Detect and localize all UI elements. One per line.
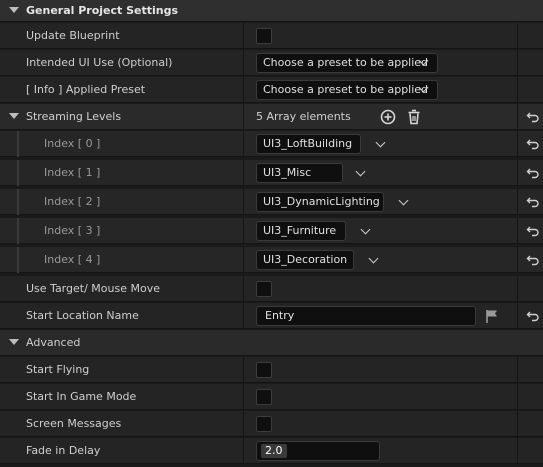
use-target-label: Use Target/ Mouse Move [26,282,160,295]
details-panel: General Project Settings Update Blueprin… [0,0,543,467]
streaming-level-item: Index [ 0 ] UI3_LoftBuilding [0,131,543,157]
screen-messages-row: Screen Messages [0,411,543,437]
level-name-field[interactable]: UI3_Decoration [256,250,354,270]
chevron-down-icon[interactable] [398,195,409,206]
add-circle-icon[interactable] [380,109,396,125]
start-location-value: Entry [265,309,295,322]
array-index-label: Index [ 3 ] [44,224,101,237]
start-in-game-mode-row: Start In Game Mode [0,384,543,410]
level-name-field[interactable]: UI3_Misc [256,163,343,183]
update-blueprint-row: Update Blueprint [0,23,543,49]
reset-arrow-icon[interactable] [526,224,540,238]
trash-icon[interactable] [406,109,422,125]
chevron-down-icon[interactable] [9,339,19,345]
streaming-level-item: Index [ 3 ] UI3_Furniture [0,218,543,244]
start-location-row: Start Location Name Entry [0,303,543,329]
applied-preset-row: [ Info ] Applied Preset Choose a preset … [0,77,543,103]
level-name-value: UI3_Furniture [263,224,337,237]
level-name-value: UI3_Decoration [263,253,348,266]
array-index-label: Index [ 0 ] [44,137,101,150]
streaming-levels-row[interactable]: Streaming Levels 5 Array elements [0,104,543,130]
intended-ui-use-dropdown[interactable]: Choose a preset to be applied [256,53,438,73]
intended-ui-use-value: Choose a preset to be applied [263,56,429,69]
level-name-field[interactable]: UI3_DynamicLighting [256,192,384,212]
start-flying-row: Start Flying [0,357,543,383]
update-blueprint-label: Update Blueprint [26,29,120,42]
use-target-checkbox[interactable] [256,281,272,297]
applied-preset-label: [ Info ] Applied Preset [26,83,146,96]
general-settings-title: General Project Settings [26,4,179,17]
advanced-section-header[interactable]: Advanced [0,330,543,356]
use-target-row: Use Target/ Mouse Move [0,276,543,302]
start-in-game-mode-label: Start In Game Mode [26,390,137,403]
array-index-label: Index [ 4 ] [44,253,101,266]
reset-arrow-icon[interactable] [526,253,540,267]
reset-arrow-icon[interactable] [526,110,540,124]
chevron-down-icon[interactable] [9,7,19,13]
start-flying-label: Start Flying [26,363,90,376]
applied-preset-dropdown[interactable]: Choose a preset to be applied [256,80,438,100]
applied-preset-value: Choose a preset to be applied [263,83,429,96]
reset-arrow-icon[interactable] [526,309,540,323]
start-location-label: Start Location Name [26,309,139,322]
fade-in-delay-input[interactable]: 2.0 [256,441,380,461]
level-name-field[interactable]: UI3_Furniture [256,221,346,241]
screen-messages-checkbox[interactable] [256,416,272,432]
chevron-down-icon[interactable] [368,253,379,264]
chevron-down-icon[interactable] [355,166,366,177]
fade-in-delay-label: Fade in Delay [26,444,101,457]
level-name-value: UI3_Misc [263,166,312,179]
streaming-level-item: Index [ 4 ] UI3_Decoration [0,247,543,273]
array-index-label: Index [ 2 ] [44,195,101,208]
streaming-level-item: Index [ 2 ] UI3_DynamicLighting [0,189,543,215]
flag-icon[interactable] [484,308,500,324]
update-blueprint-checkbox[interactable] [256,28,272,44]
chevron-down-icon[interactable] [9,113,19,119]
array-count: 5 Array elements [256,110,351,123]
streaming-level-item: Index [ 1 ] UI3_Misc [0,160,543,186]
reset-arrow-icon[interactable] [526,137,540,151]
reset-arrow-icon[interactable] [526,166,540,180]
general-settings-header[interactable]: General Project Settings [0,0,543,22]
intended-ui-use-row: Intended UI Use (Optional) Choose a pres… [0,50,543,76]
start-in-game-mode-checkbox[interactable] [256,389,272,405]
fade-in-delay-row: Fade in Delay 2.0 [0,438,543,464]
fade-in-delay-value: 2.0 [261,444,287,458]
intended-ui-use-label: Intended UI Use (Optional) [26,56,173,69]
chevron-down-icon[interactable] [360,224,371,235]
level-name-field[interactable]: UI3_LoftBuilding [256,134,361,154]
start-location-input[interactable]: Entry [256,306,476,326]
chevron-down-icon[interactable] [375,137,386,148]
array-index-label: Index [ 1 ] [44,166,101,179]
level-name-value: UI3_DynamicLighting [263,195,380,208]
reset-arrow-icon[interactable] [526,195,540,209]
screen-messages-label: Screen Messages [26,417,122,430]
advanced-label: Advanced [26,336,81,349]
level-name-value: UI3_LoftBuilding [263,137,353,150]
streaming-levels-label: Streaming Levels [26,110,122,123]
start-flying-checkbox[interactable] [256,362,272,378]
